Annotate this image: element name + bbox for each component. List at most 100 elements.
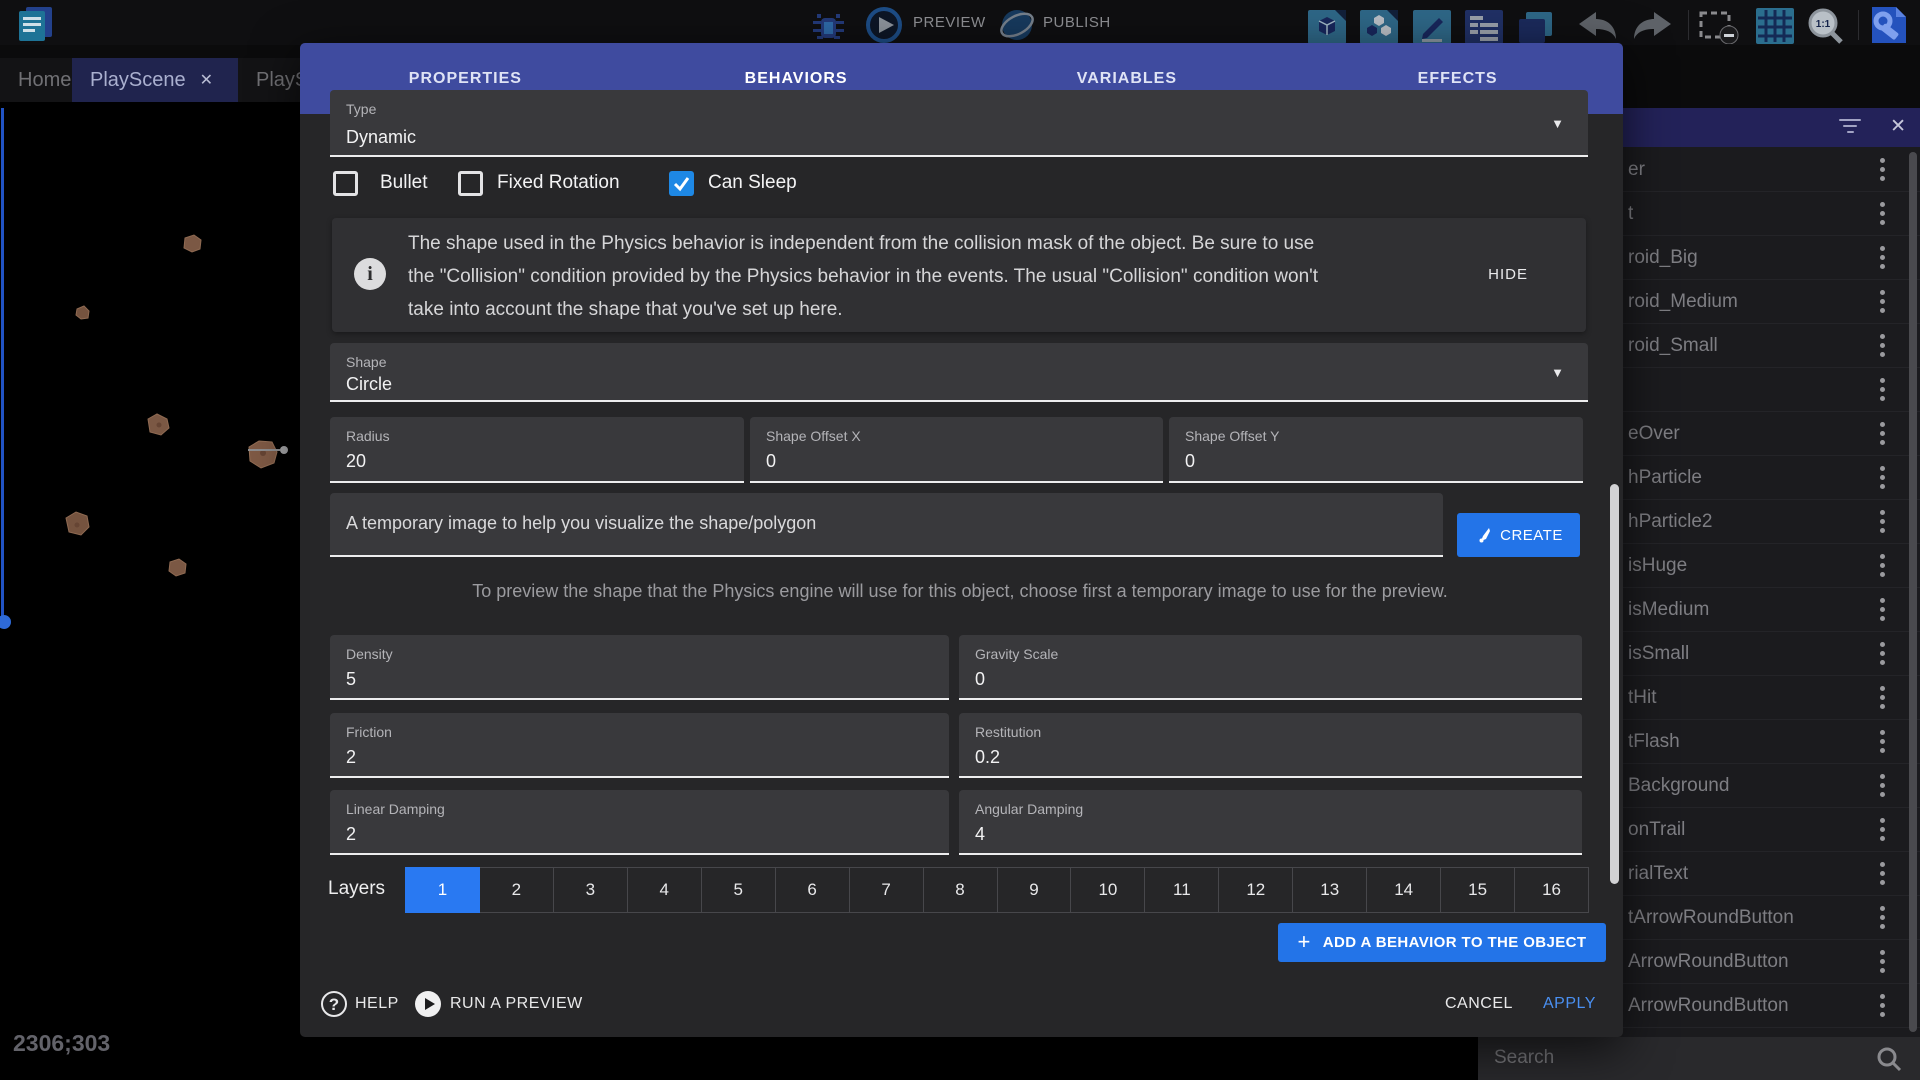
item-menu-icon[interactable] xyxy=(1880,510,1886,537)
item-menu-icon[interactable] xyxy=(1880,246,1886,273)
grid-icon[interactable] xyxy=(1756,8,1794,49)
filter-icon[interactable] xyxy=(1838,119,1862,137)
item-menu-icon[interactable] xyxy=(1880,158,1886,185)
panel-close-icon[interactable]: ✕ xyxy=(1890,115,1906,138)
layer-buttons: 1 2 3 4 5 6 7 8 9 10 11 12 13 14 15 16 xyxy=(405,867,1589,913)
toolbar-separator xyxy=(1688,10,1689,40)
layer-button-1[interactable]: 1 xyxy=(405,867,480,913)
checkbox-row: Bullet Fixed Rotation Can Sleep xyxy=(300,171,1623,201)
shape-select[interactable]: Shape Circle ▼ xyxy=(330,343,1588,402)
item-menu-icon[interactable] xyxy=(1880,466,1886,493)
check-icon xyxy=(669,171,694,196)
shape-offset-y-field[interactable]: Shape Offset Y 0 xyxy=(1169,417,1583,483)
density-field[interactable]: Density 5 xyxy=(330,635,949,700)
layer-button-14[interactable]: 14 xyxy=(1367,867,1441,913)
search-icon xyxy=(1876,1046,1902,1077)
layer-button-4[interactable]: 4 xyxy=(628,867,702,913)
layer-button-13[interactable]: 13 xyxy=(1293,867,1367,913)
add-behavior-button[interactable]: + ADD A BEHAVIOR TO THE OBJECT xyxy=(1278,923,1606,962)
tab-playscene[interactable]: PlayScene ✕ xyxy=(72,58,238,102)
dialog-scrollbar[interactable] xyxy=(1610,484,1619,884)
layers-row: Layers 1 2 3 4 5 6 7 8 9 10 11 12 13 14 … xyxy=(300,867,1623,913)
run-preview-icon[interactable] xyxy=(415,991,441,1017)
item-menu-icon[interactable] xyxy=(1880,950,1886,977)
create-button[interactable]: CREATE xyxy=(1457,513,1580,557)
angular-damping-field[interactable]: Angular Damping 4 xyxy=(959,790,1582,855)
type-select[interactable]: Type Dynamic ▼ xyxy=(330,90,1588,157)
capture-selection-icon[interactable] xyxy=(1698,10,1740,49)
preview-label[interactable]: PREVIEW xyxy=(913,14,986,31)
sidebar-scrollbar[interactable] xyxy=(1909,152,1917,1032)
layer-button-6[interactable]: 6 xyxy=(776,867,850,913)
chevron-down-icon: ▼ xyxy=(1551,365,1564,380)
item-menu-icon[interactable] xyxy=(1880,554,1886,581)
fixed-rotation-checkbox[interactable] xyxy=(458,171,483,196)
layer-button-10[interactable]: 10 xyxy=(1071,867,1145,913)
undo-icon[interactable] xyxy=(1574,10,1620,47)
info-icon: i xyxy=(354,258,386,290)
layer-button-11[interactable]: 11 xyxy=(1145,867,1219,913)
item-menu-icon[interactable] xyxy=(1880,598,1886,625)
item-menu-icon[interactable] xyxy=(1880,334,1886,361)
item-menu-icon[interactable] xyxy=(1880,994,1886,1021)
item-menu-icon[interactable] xyxy=(1880,906,1886,933)
plus-icon: + xyxy=(1298,929,1311,955)
bullet-checkbox[interactable] xyxy=(333,171,358,196)
layer-button-7[interactable]: 7 xyxy=(850,867,924,913)
preview-hint: To preview the shape that the Physics en… xyxy=(360,581,1560,602)
project-manager-icon[interactable] xyxy=(12,2,56,51)
run-preview-button[interactable]: RUN A PREVIEW xyxy=(450,995,583,1013)
layer-button-12[interactable]: 12 xyxy=(1219,867,1293,913)
object-search-bar[interactable]: Search xyxy=(1478,1037,1920,1080)
search-input[interactable]: Search xyxy=(1494,1047,1554,1069)
hide-button[interactable]: HIDE xyxy=(1488,266,1528,283)
help-icon[interactable]: ? xyxy=(321,991,347,1017)
layer-button-3[interactable]: 3 xyxy=(554,867,628,913)
joint-handle xyxy=(280,446,288,454)
apply-button[interactable]: APPLY xyxy=(1543,995,1596,1013)
item-menu-icon[interactable] xyxy=(1880,686,1886,713)
shape-offset-x-field[interactable]: Shape Offset X 0 xyxy=(750,417,1163,483)
cancel-button[interactable]: CANCEL xyxy=(1445,995,1513,1013)
layer-button-8[interactable]: 8 xyxy=(924,867,998,913)
scene-guide-handle xyxy=(0,615,11,629)
temp-image-field[interactable]: A temporary image to help you visualize … xyxy=(330,493,1443,557)
scene-guide-line xyxy=(1,108,4,620)
item-menu-icon[interactable] xyxy=(1880,730,1886,757)
chevron-down-icon: ▼ xyxy=(1551,116,1564,131)
friction-field[interactable]: Friction 2 xyxy=(330,713,949,778)
brush-icon xyxy=(1474,527,1491,544)
can-sleep-checkbox[interactable] xyxy=(669,171,694,196)
redo-icon[interactable] xyxy=(1630,10,1676,47)
scene-tools-icon[interactable] xyxy=(1868,5,1910,50)
restitution-field[interactable]: Restitution 0.2 xyxy=(959,713,1582,778)
layer-button-15[interactable]: 15 xyxy=(1441,867,1515,913)
item-menu-icon[interactable] xyxy=(1880,818,1886,845)
layer-button-2[interactable]: 2 xyxy=(480,867,554,913)
publish-label[interactable]: PUBLISH xyxy=(1043,14,1111,31)
toolbar-separator xyxy=(1858,10,1859,40)
physics-behavior-dialog: PROPERTIES BEHAVIORS VARIABLES EFFECTS T… xyxy=(300,43,1623,1037)
linear-damping-field[interactable]: Linear Damping 2 xyxy=(330,790,949,855)
gravity-scale-field[interactable]: Gravity Scale 0 xyxy=(959,635,1582,700)
svg-text:1:1: 1:1 xyxy=(1816,19,1831,30)
layer-button-5[interactable]: 5 xyxy=(702,867,776,913)
asteroid-sprites xyxy=(66,235,277,576)
item-menu-icon[interactable] xyxy=(1880,202,1886,229)
item-menu-icon[interactable] xyxy=(1880,642,1886,669)
item-menu-icon[interactable] xyxy=(1880,378,1886,405)
radius-field[interactable]: Radius 20 xyxy=(330,417,744,483)
item-menu-icon[interactable] xyxy=(1880,774,1886,801)
info-text: The shape used in the Physics behavior i… xyxy=(408,227,1488,326)
item-menu-icon[interactable] xyxy=(1880,862,1886,889)
tab-close-icon[interactable]: ✕ xyxy=(200,70,213,90)
help-button[interactable]: HELP xyxy=(355,995,399,1013)
layer-button-9[interactable]: 9 xyxy=(998,867,1072,913)
top-toolbar: PREVIEW PUBLISH xyxy=(0,0,1920,45)
app-window: PREVIEW PUBLISH xyxy=(0,0,1920,1080)
zoom-1-1-icon[interactable]: 1:1 xyxy=(1806,7,1846,52)
layer-button-16[interactable]: 16 xyxy=(1515,867,1589,913)
item-menu-icon[interactable] xyxy=(1880,422,1886,449)
item-menu-icon[interactable] xyxy=(1880,290,1886,317)
dialog-footer: ? HELP RUN A PREVIEW CANCEL APPLY xyxy=(300,987,1623,1037)
